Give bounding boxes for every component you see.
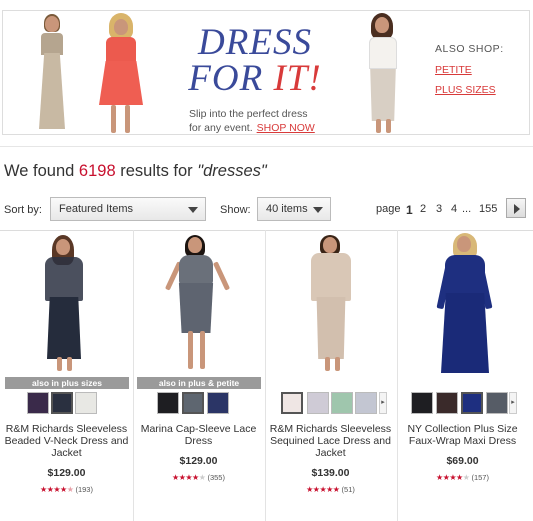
product-price: $129.00 xyxy=(179,455,218,467)
search-term: "dresses" xyxy=(197,162,267,180)
color-swatch[interactable] xyxy=(307,392,329,414)
chevron-down-icon xyxy=(188,207,198,213)
product-rating[interactable]: ★★★★★ (355) xyxy=(133,473,264,482)
page-ellipsis: ... xyxy=(462,203,472,215)
swatch-scroll-right-icon[interactable]: ▸ xyxy=(379,392,387,414)
show-label: Show: xyxy=(220,204,251,216)
product-name[interactable]: R&M Richards Sleeveless Sequined Lace Dr… xyxy=(267,423,394,459)
banner-model-image-2 xyxy=(89,13,151,134)
star-rating-icon: ★★★★★ xyxy=(306,485,340,494)
chevron-right-icon xyxy=(514,204,520,214)
page-4-link[interactable]: 4 xyxy=(451,203,457,215)
product-rating[interactable]: ★★★★★ (51) xyxy=(265,485,396,494)
color-swatch[interactable] xyxy=(75,392,97,414)
product-image[interactable] xyxy=(397,231,528,376)
color-swatch[interactable] xyxy=(331,392,353,414)
product-name[interactable]: NY Collection Plus Size Faux-Wrap Maxi D… xyxy=(399,423,526,447)
color-swatch[interactable] xyxy=(157,392,179,414)
star-rating-icon: ★★★★★ xyxy=(40,485,74,494)
page-1-link[interactable]: 1 xyxy=(406,203,413,217)
page-2-link[interactable]: 2 xyxy=(420,203,426,215)
page-label: page xyxy=(376,203,401,215)
product-price: $69.00 xyxy=(446,455,479,467)
banner-headline-line1: DRESS xyxy=(198,22,312,63)
color-swatch[interactable] xyxy=(486,392,508,414)
petite-link[interactable]: PETITE xyxy=(435,64,472,76)
product-name[interactable]: Marina Cap-Sleeve Lace Dress xyxy=(135,423,262,447)
color-swatch[interactable] xyxy=(27,392,49,414)
items-per-page-select[interactable]: 40 items xyxy=(257,197,331,221)
color-swatch-selected[interactable] xyxy=(281,392,303,414)
results-summary: We found 6198 results for "dresses" xyxy=(4,162,267,180)
product-card[interactable]: also in plus & petite Marina Cap-Sleeve … xyxy=(133,231,264,521)
banner-headline[interactable]: DRESS FOR IT! xyxy=(185,22,325,99)
also-shop-label: ALSO SHOP: xyxy=(435,43,504,55)
banner-headline-line2: FOR IT! xyxy=(188,58,322,99)
color-swatch[interactable] xyxy=(436,392,458,414)
product-card[interactable]: also in plus sizes R&M Richards Sleevele… xyxy=(1,231,132,521)
product-price: $129.00 xyxy=(47,467,86,479)
product-name[interactable]: R&M Richards Sleeveless Beaded V-Neck Dr… xyxy=(3,423,130,459)
chevron-down-icon xyxy=(313,207,323,213)
color-swatch-selected[interactable] xyxy=(51,392,73,414)
page-last-link[interactable]: 155 xyxy=(479,203,497,215)
product-card[interactable]: ▸ R&M Richards Sleeveless Sequined Lace … xyxy=(265,231,396,521)
star-rating-icon: ★★★★★ xyxy=(436,473,470,482)
results-count: 6198 xyxy=(78,162,116,180)
star-rating-icon: ★★★★★ xyxy=(172,473,206,482)
color-swatch[interactable] xyxy=(355,392,377,414)
color-swatch-selected[interactable] xyxy=(182,392,204,414)
next-page-button[interactable] xyxy=(506,198,526,218)
product-card[interactable]: ▸ NY Collection Plus Size Faux-Wrap Maxi… xyxy=(397,231,528,521)
pagination: page xyxy=(376,203,400,215)
sort-label: Sort by: xyxy=(4,204,42,216)
divider xyxy=(0,146,533,147)
product-rating[interactable]: ★★★★★ (193) xyxy=(1,485,132,494)
availability-badge: also in plus sizes xyxy=(5,377,129,389)
product-image[interactable] xyxy=(265,231,396,376)
product-price: $139.00 xyxy=(311,467,350,479)
product-image[interactable] xyxy=(133,231,264,376)
swatch-scroll-right-icon[interactable]: ▸ xyxy=(509,392,517,414)
availability-badge: also in plus & petite xyxy=(137,377,261,389)
banner-model-image-3 xyxy=(355,13,409,134)
page-3-link[interactable]: 3 xyxy=(436,203,442,215)
shop-now-link[interactable]: SHOP NOW xyxy=(257,122,315,134)
color-swatch[interactable] xyxy=(411,392,433,414)
sort-select[interactable]: Featured Items xyxy=(50,197,206,221)
banner-model-image-1 xyxy=(31,13,71,133)
color-swatch-selected[interactable] xyxy=(461,392,483,414)
product-rating[interactable]: ★★★★★ (157) xyxy=(397,473,528,482)
banner-subtitle: Slip into the perfect dress for any even… xyxy=(189,108,315,134)
color-swatch[interactable] xyxy=(207,392,229,414)
promo-banner[interactable]: DRESS FOR IT! Slip into the perfect dres… xyxy=(2,10,530,135)
plus-sizes-link[interactable]: PLUS SIZES xyxy=(435,84,496,96)
product-image[interactable] xyxy=(1,231,132,376)
